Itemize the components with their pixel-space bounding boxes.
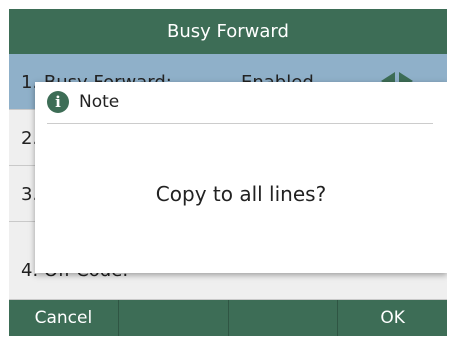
info-icon: i bbox=[47, 91, 69, 113]
dialog-divider bbox=[47, 123, 433, 124]
ok-button[interactable]: OK bbox=[338, 300, 447, 336]
dialog-header: i Note bbox=[35, 82, 447, 122]
softkey-3[interactable] bbox=[228, 300, 339, 336]
phone-screen: Busy Forward 1. Busy Forward: Enabled 2.… bbox=[9, 9, 447, 336]
softkey-2[interactable] bbox=[118, 300, 229, 336]
note-dialog: i Note Copy to all lines? bbox=[35, 82, 447, 273]
page-title: Busy Forward bbox=[167, 21, 289, 42]
softkey-bar: Cancel OK bbox=[9, 300, 447, 336]
dialog-title: Note bbox=[79, 92, 120, 112]
cancel-button[interactable]: Cancel bbox=[9, 300, 119, 336]
dialog-message: Copy to all lines? bbox=[155, 182, 327, 206]
title-bar: Busy Forward bbox=[9, 9, 447, 54]
